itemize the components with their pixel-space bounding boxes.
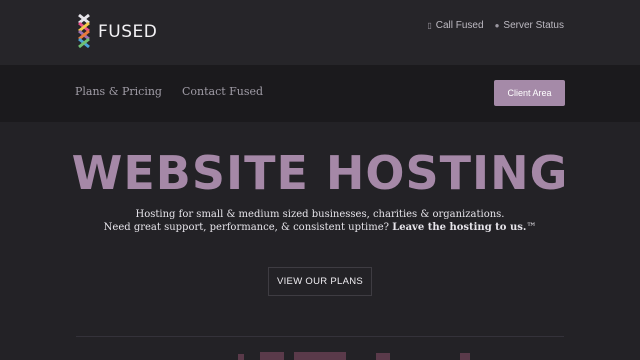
hero-subtitle: Hosting for small & medium sized busines… [0, 208, 640, 234]
hero-line-2-text: Need great support, performance, & consi… [103, 222, 389, 233]
top-header: FUSED ▯ Call Fused ● Server Status [0, 0, 640, 65]
server-status-link[interactable]: ● Server Status [495, 20, 564, 31]
hero-line-2: Need great support, performance, & consi… [0, 221, 640, 234]
brand-name: FUSED [98, 22, 158, 42]
view-plans-button[interactable]: VIEW OUR PLANS [268, 267, 372, 296]
fused-logo-icon [78, 13, 90, 49]
client-area-button[interactable]: Client Area [494, 80, 565, 106]
section-divider [76, 336, 564, 337]
hero-line-1: Hosting for small & medium sized busines… [135, 209, 505, 220]
user-icon: ● [494, 21, 500, 30]
nav-item-plans-pricing[interactable]: Plans & Pricing [75, 85, 162, 98]
call-fused-label: Call Fused [435, 20, 484, 31]
phone-icon: ▯ [427, 21, 432, 30]
server-status-label: Server Status [503, 20, 564, 31]
nav-links: Plans & Pricing Contact Fused [75, 85, 263, 98]
brand-logo[interactable]: FUSED [76, 13, 166, 51]
hero-title: WEBSITE HOSTING [71, 146, 569, 200]
nav-item-contact-fused[interactable]: Contact Fused [182, 85, 263, 98]
trademark-symbol: ™ [526, 222, 537, 233]
hero-line-2-bold: Leave the hosting to us. [392, 222, 527, 233]
call-fused-link[interactable]: ▯ Call Fused [427, 20, 483, 31]
top-links: ▯ Call Fused ● Server Status [427, 20, 564, 31]
partial-graphic [238, 352, 470, 360]
